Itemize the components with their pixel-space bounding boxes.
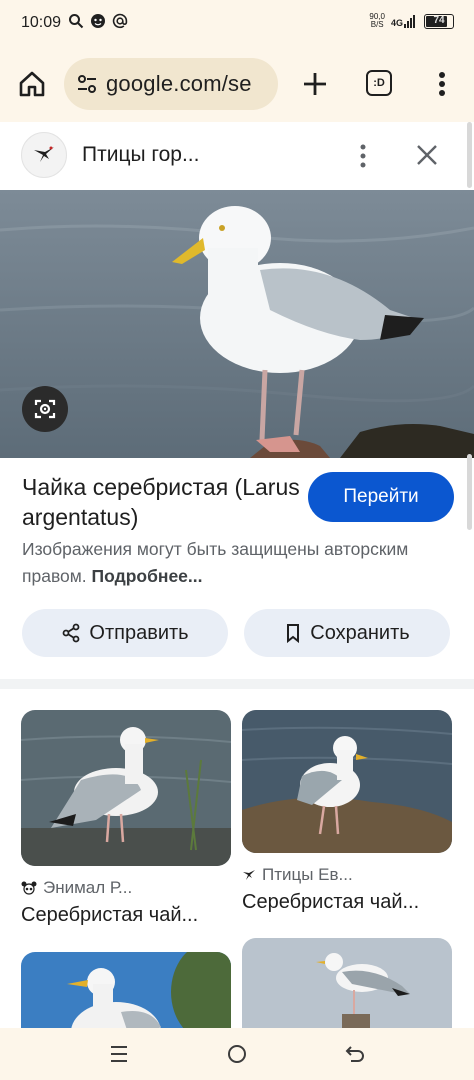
related-image[interactable] xyxy=(21,952,231,1028)
recents-icon[interactable] xyxy=(107,1042,131,1066)
system-navigation-bar xyxy=(0,1028,474,1080)
gull-thumbnail xyxy=(21,952,231,1028)
tab-switcher-label: :D xyxy=(373,77,385,89)
plus-icon[interactable] xyxy=(299,68,331,100)
at-icon xyxy=(112,13,128,29)
bird-logo-icon xyxy=(34,146,54,162)
url-bar[interactable]: google.com/se xyxy=(64,58,278,110)
related-title[interactable]: Серебристая чай... xyxy=(21,904,231,927)
save-label: Сохранить xyxy=(310,621,410,644)
face-icon xyxy=(91,14,105,28)
share-label: Отправить xyxy=(89,621,189,644)
network-type: 4G xyxy=(390,18,403,28)
image-result-panel: Птицы гор... Чайка серебристая (Larus ar… xyxy=(0,122,474,1028)
gull-thumbnail xyxy=(21,710,231,866)
copyright-notice: Изображения могут быть защищены авторски… xyxy=(22,536,442,590)
related-image[interactable] xyxy=(21,710,231,866)
status-notification-icons xyxy=(68,13,128,29)
status-time: 10:09 xyxy=(21,14,62,31)
panda-icon xyxy=(21,881,37,895)
lens-search-button[interactable] xyxy=(22,386,68,432)
site-settings-icon[interactable] xyxy=(76,73,98,95)
bookmark-icon xyxy=(287,624,300,643)
related-image[interactable] xyxy=(242,938,452,1028)
site-title[interactable]: Птицы гор... xyxy=(82,143,199,167)
url-text[interactable]: google.com/se xyxy=(106,71,252,97)
copyright-text: Изображения могут быть защищены авторски… xyxy=(22,539,409,586)
signal-icon: 4G xyxy=(391,14,418,28)
home-icon[interactable] xyxy=(16,68,48,100)
tab-switcher-button[interactable]: :D xyxy=(366,70,392,96)
related-title[interactable]: Серебристая чай... xyxy=(242,891,452,914)
gull-thumbnail xyxy=(242,938,452,1028)
search-icon xyxy=(69,14,84,29)
share-button[interactable]: Отправить xyxy=(22,609,228,657)
share-icon xyxy=(63,623,80,643)
related-source: Птицы Ев... xyxy=(242,865,452,885)
status-system-icons: 90,0 B/S 4G 74 xyxy=(369,13,454,29)
site-favicon xyxy=(21,132,67,178)
section-divider xyxy=(0,679,474,689)
battery-icon: 74 xyxy=(424,13,454,29)
back-icon[interactable] xyxy=(343,1042,367,1066)
related-source-name: Энимал Р... xyxy=(43,878,133,897)
battery-level: 74 xyxy=(433,14,445,26)
gull-photo xyxy=(0,190,474,458)
related-card[interactable]: Птицы Ев... Серебристая чай... xyxy=(242,710,452,914)
browser-toolbar: google.com/se :D xyxy=(0,56,474,112)
related-card[interactable] xyxy=(242,938,452,1028)
go-button[interactable]: Перейти xyxy=(308,472,454,522)
bird-logo-icon xyxy=(243,870,255,880)
save-button[interactable]: Сохранить xyxy=(244,609,450,657)
home-circle-icon[interactable] xyxy=(225,1042,249,1066)
signal-bars-icon xyxy=(404,15,415,28)
more-vert-icon[interactable] xyxy=(430,68,454,100)
status-bar: 10:09 90,0 B/S 4G 74 xyxy=(0,0,474,46)
main-image[interactable] xyxy=(0,190,474,458)
close-icon[interactable] xyxy=(414,142,440,168)
scrollbar-thumb[interactable] xyxy=(467,454,472,530)
scrollbar[interactable] xyxy=(467,122,472,188)
related-card[interactable]: Энимал Р... Серебристая чай... xyxy=(21,710,231,927)
copyright-more-link[interactable]: Подробнее... xyxy=(92,566,203,586)
panel-header: Птицы гор... xyxy=(0,122,474,190)
related-card[interactable] xyxy=(21,952,231,1028)
lens-icon xyxy=(34,399,56,419)
net-speed-unit: B/S xyxy=(370,20,384,29)
related-image[interactable] xyxy=(242,710,452,853)
more-vert-icon[interactable] xyxy=(352,142,374,170)
related-source-name: Птицы Ев... xyxy=(262,865,353,884)
result-title: Чайка серебристая (Larus argentatus) xyxy=(22,474,300,530)
gull-thumbnail xyxy=(242,710,452,853)
net-speed: 90,0 B/S xyxy=(369,13,385,29)
related-source: Энимал Р... xyxy=(21,878,231,898)
